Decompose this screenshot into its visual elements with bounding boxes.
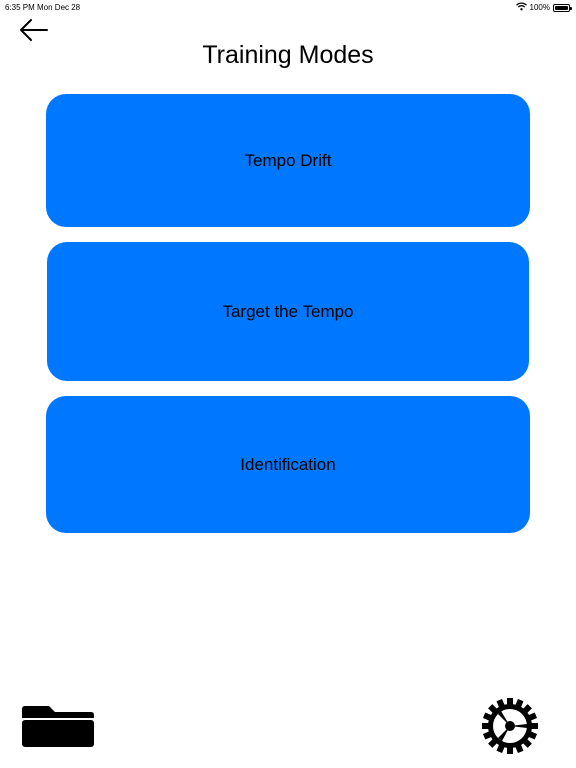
wifi-icon (515, 2, 527, 13)
gear-icon (482, 698, 538, 754)
folder-button[interactable] (21, 704, 95, 748)
target-the-tempo-button[interactable]: Target the Tempo (47, 242, 529, 381)
mode-label: Target the Tempo (222, 301, 354, 321)
battery-percentage: 100% (529, 3, 550, 12)
battery-fill (555, 5, 568, 10)
mode-label: Identification (240, 454, 336, 474)
status-date: Mon Dec 28 (37, 3, 81, 12)
status-bar: 6:35 PM Mon Dec 28 100% (0, 0, 576, 14)
tempo-drift-button[interactable]: Tempo Drift (46, 94, 530, 227)
identification-button[interactable]: Identification (46, 396, 530, 533)
battery-icon (553, 3, 572, 12)
page-title: Training Modes (202, 41, 374, 69)
status-indicators: 100% (515, 2, 572, 13)
status-time: 6:35 PM (5, 3, 35, 12)
folder-icon (22, 706, 94, 747)
mode-label: Tempo Drift (244, 150, 332, 170)
settings-button[interactable] (468, 697, 552, 755)
